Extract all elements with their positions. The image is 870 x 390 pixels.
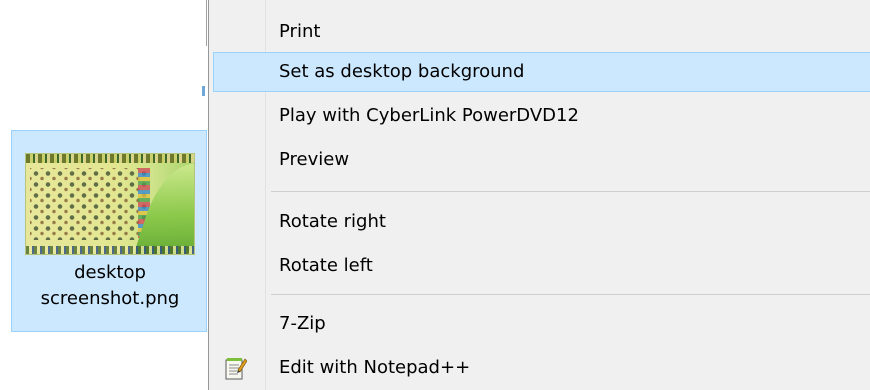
menu-item-play-with-powerdvd[interactable]: Play with CyberLink PowerDVD12 bbox=[213, 96, 870, 136]
file-name-line1: desktop bbox=[74, 262, 146, 283]
menu-item-label: Preview bbox=[279, 149, 350, 170]
menu-separator bbox=[271, 191, 870, 192]
file-name-label: desktop screenshot.png bbox=[12, 260, 208, 312]
menu-item-rotate-right[interactable]: Rotate right bbox=[213, 202, 870, 242]
menu-item-edit-with-notepad-plus-plus[interactable]: Edit with Notepad++ bbox=[213, 348, 870, 388]
menu-item-7-zip[interactable]: 7-Zip bbox=[213, 304, 870, 344]
window-edge-mark bbox=[202, 86, 205, 96]
notepad-plus-plus-icon bbox=[225, 356, 248, 380]
menu-item-rotate-left[interactable]: Rotate left bbox=[213, 246, 870, 286]
menu-item-label: Edit with Notepad++ bbox=[279, 357, 471, 378]
desktop-file-item[interactable]: desktop screenshot.png bbox=[11, 130, 207, 332]
menu-item-label: 7-Zip bbox=[279, 313, 326, 334]
thumbnail-icon-grid bbox=[30, 168, 148, 240]
file-thumbnail bbox=[25, 153, 195, 255]
file-name-line2: screenshot.png bbox=[40, 288, 180, 309]
menu-item-preview[interactable]: Preview bbox=[213, 140, 870, 180]
menu-item-set-as-desktop-background[interactable]: Set as desktop background bbox=[213, 52, 870, 92]
context-menu: Print Set as desktop background Play wit… bbox=[208, 0, 870, 390]
menu-item-label: Rotate left bbox=[279, 255, 373, 276]
thumbnail-bottom-strip bbox=[26, 246, 194, 254]
menu-item-label: Print bbox=[279, 21, 321, 42]
menu-separator bbox=[271, 294, 870, 295]
menu-item-label: Rotate right bbox=[279, 211, 386, 232]
menu-item-print[interactable]: Print bbox=[213, 12, 870, 52]
thumbnail-top-strip bbox=[26, 154, 194, 163]
window-edge bbox=[206, 0, 207, 46]
menu-item-label: Play with CyberLink PowerDVD12 bbox=[279, 105, 579, 126]
menu-item-label: Set as desktop background bbox=[279, 61, 525, 82]
